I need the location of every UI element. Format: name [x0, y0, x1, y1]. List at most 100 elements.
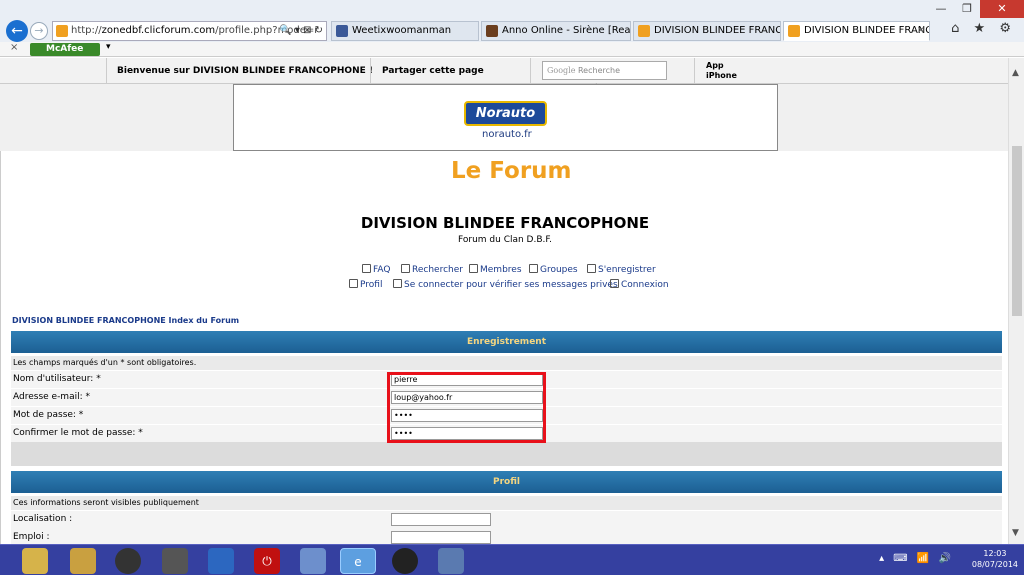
nav-login-messages[interactable]: Se connecter pour vérifier ses messages … — [393, 279, 618, 290]
app-icon[interactable] — [392, 548, 418, 574]
password-field[interactable] — [391, 409, 543, 422]
search-icon — [401, 264, 410, 273]
vertical-scrollbar[interactable]: ▲ ▼ — [1008, 58, 1024, 544]
url-prefix: http:// — [71, 25, 102, 36]
chevron-down-icon[interactable]: ▾ — [106, 42, 111, 52]
back-button[interactable]: ← — [6, 20, 28, 42]
paint-icon[interactable] — [438, 548, 464, 574]
location-label: Localisation : — [13, 514, 73, 524]
clock[interactable]: 12:03 08/07/2014 — [972, 548, 1018, 570]
file-explorer-icon[interactable] — [22, 548, 48, 574]
occupation-field[interactable] — [391, 531, 491, 544]
mcafee-button[interactable]: McAfee — [30, 43, 100, 56]
profile-note: Ces informations seront visibles publiqu… — [11, 496, 1002, 510]
url-domain: zonedbf.clicforum.com — [101, 25, 216, 36]
iphone-label: iPhone — [706, 71, 737, 80]
tab-label: Weetixwoomanman — [352, 25, 452, 36]
address-bar[interactable]: http://zonedbf.clicforum.com/profile.php… — [52, 21, 327, 41]
faq-icon — [362, 264, 371, 273]
forum-favicon-icon — [638, 25, 650, 37]
advertisement[interactable]: Norauto norauto.fr — [233, 84, 778, 151]
messages-icon — [393, 279, 402, 288]
groups-icon — [529, 264, 538, 273]
nav-login[interactable]: Connexion — [610, 279, 669, 290]
window-controls: — ❐ ✕ — [928, 0, 1024, 20]
power-icon[interactable]: ⏻ — [254, 548, 280, 574]
nav-register[interactable]: S'enregistrer — [587, 264, 656, 275]
nav-label: Rechercher — [412, 265, 463, 275]
location-field[interactable] — [391, 513, 491, 526]
nav-search[interactable]: Rechercher — [401, 264, 463, 275]
nav-faq[interactable]: FAQ — [362, 264, 390, 275]
username-field[interactable] — [391, 373, 543, 386]
nav-members[interactable]: Membres — [469, 264, 522, 275]
scroll-up-icon[interactable]: ▲ — [1012, 68, 1019, 78]
confirm-password-row: Confirmer le mot de passe: * — [11, 425, 1002, 443]
nav-label: Profil — [360, 280, 383, 290]
email-field[interactable] — [391, 391, 543, 404]
scroll-down-icon[interactable]: ▼ — [1012, 528, 1019, 538]
time: 12:03 — [983, 549, 1007, 558]
tab-dbf-active[interactable]: DIVISION BLINDEE FRANCO... × — [783, 21, 930, 41]
media-player-icon[interactable] — [115, 548, 141, 574]
browser-chrome: — ❐ ✕ ← → http://zonedbf.clicforum.com/p… — [0, 0, 1024, 42]
internet-explorer-icon[interactable]: e — [340, 548, 376, 574]
nav-label: Membres — [480, 265, 522, 275]
members-icon — [469, 264, 478, 273]
tab-dbf-1[interactable]: DIVISION BLINDEE FRANCOPH... — [633, 21, 781, 41]
breadcrumb[interactable]: DIVISION BLINDEE FRANCOPHONE Index du Fo… — [12, 316, 239, 325]
close-toolbar-icon[interactable]: × — [10, 42, 18, 53]
nav-groups[interactable]: Groupes — [529, 264, 578, 275]
system-tray-icons[interactable]: ▴ ⌨ 📶 🔊 — [879, 553, 954, 564]
forward-button[interactable]: → — [30, 22, 48, 40]
minimize-button[interactable]: — — [928, 0, 954, 18]
close-window-button[interactable]: ✕ — [980, 0, 1024, 18]
address-tools[interactable]: 🔍 ▾ ⊠ ↻ — [279, 22, 323, 40]
tab-label: Anno Online - Sirène [Realm 1] — [502, 25, 631, 36]
ad-url[interactable]: norauto.fr — [482, 129, 532, 140]
registration-header: Enregistrement — [11, 331, 1002, 353]
page-title: DIVISION BLINDEE FRANCOPHONE — [360, 214, 650, 232]
occupation-label: Emploi : — [13, 532, 50, 542]
app-icon[interactable] — [162, 548, 188, 574]
forum-favicon-icon — [788, 25, 800, 37]
google-logo: Google — [547, 66, 576, 75]
forum-logo[interactable]: Le Forum — [451, 158, 572, 184]
app-icon[interactable] — [70, 548, 96, 574]
confirm-password-label: Confirmer le mot de passe: * — [13, 428, 143, 438]
nav-label: Se connecter pour vérifier ses messages … — [404, 280, 618, 290]
search-input[interactable]: Google Recherche personnalisée — [542, 61, 667, 92]
welcome-link[interactable]: Bienvenue sur DIVISION BLINDEE FRANCOPHO… — [106, 58, 373, 84]
app-icon[interactable] — [208, 548, 234, 574]
nav-profile[interactable]: Profil — [349, 279, 382, 290]
registration-note: Les champs marqués d'un * sont obligatoi… — [11, 356, 1002, 370]
tab-label: DIVISION BLINDEE FRANCOPH... — [654, 25, 781, 36]
share-link[interactable]: Partager cette page — [370, 58, 484, 84]
date: 08/07/2014 — [971, 560, 1018, 569]
tab-label: DIVISION BLINDEE FRANCO... — [804, 25, 929, 36]
confirm-password-field[interactable] — [391, 427, 543, 440]
nav-label: FAQ — [373, 265, 391, 275]
email-label: Adresse e-mail: * — [13, 392, 90, 402]
tab-anno[interactable]: Anno Online - Sirène [Realm 1] — [481, 21, 631, 41]
app-label: App — [706, 61, 724, 70]
forum-content: Le Forum DIVISION BLINDEE FRANCOPHONE Fo… — [0, 151, 1008, 547]
tab-facebook[interactable]: Weetixwoomanman — [331, 21, 479, 41]
forward-arrow-icon: → — [34, 24, 44, 37]
forum-top-bar: Bienvenue sur DIVISION BLINDEE FRANCOPHO… — [0, 58, 1008, 92]
facebook-icon — [336, 25, 348, 37]
browser-toolbar-icons[interactable]: ⌂ ★ ⚙ — [951, 21, 1016, 36]
norauto-logo: Norauto — [464, 101, 547, 126]
app-iphone-link[interactable]: App iPhone — [706, 61, 737, 81]
taskbar: ⏻ e ▴ ⌨ 📶 🔊 12:03 08/07/2014 — [0, 544, 1024, 575]
profile-icon — [349, 279, 358, 288]
nav-label: S'enregistrer — [598, 265, 656, 275]
anno-icon — [486, 25, 498, 37]
scroll-thumb[interactable] — [1012, 146, 1022, 316]
profile-header: Profil — [11, 471, 1002, 493]
login-icon — [610, 279, 619, 288]
app-icon[interactable] — [300, 548, 326, 574]
page-subtitle: Forum du Clan D.B.F. — [458, 235, 552, 245]
close-tab-icon[interactable]: × — [917, 22, 925, 40]
restore-button[interactable]: ❐ — [954, 0, 980, 18]
